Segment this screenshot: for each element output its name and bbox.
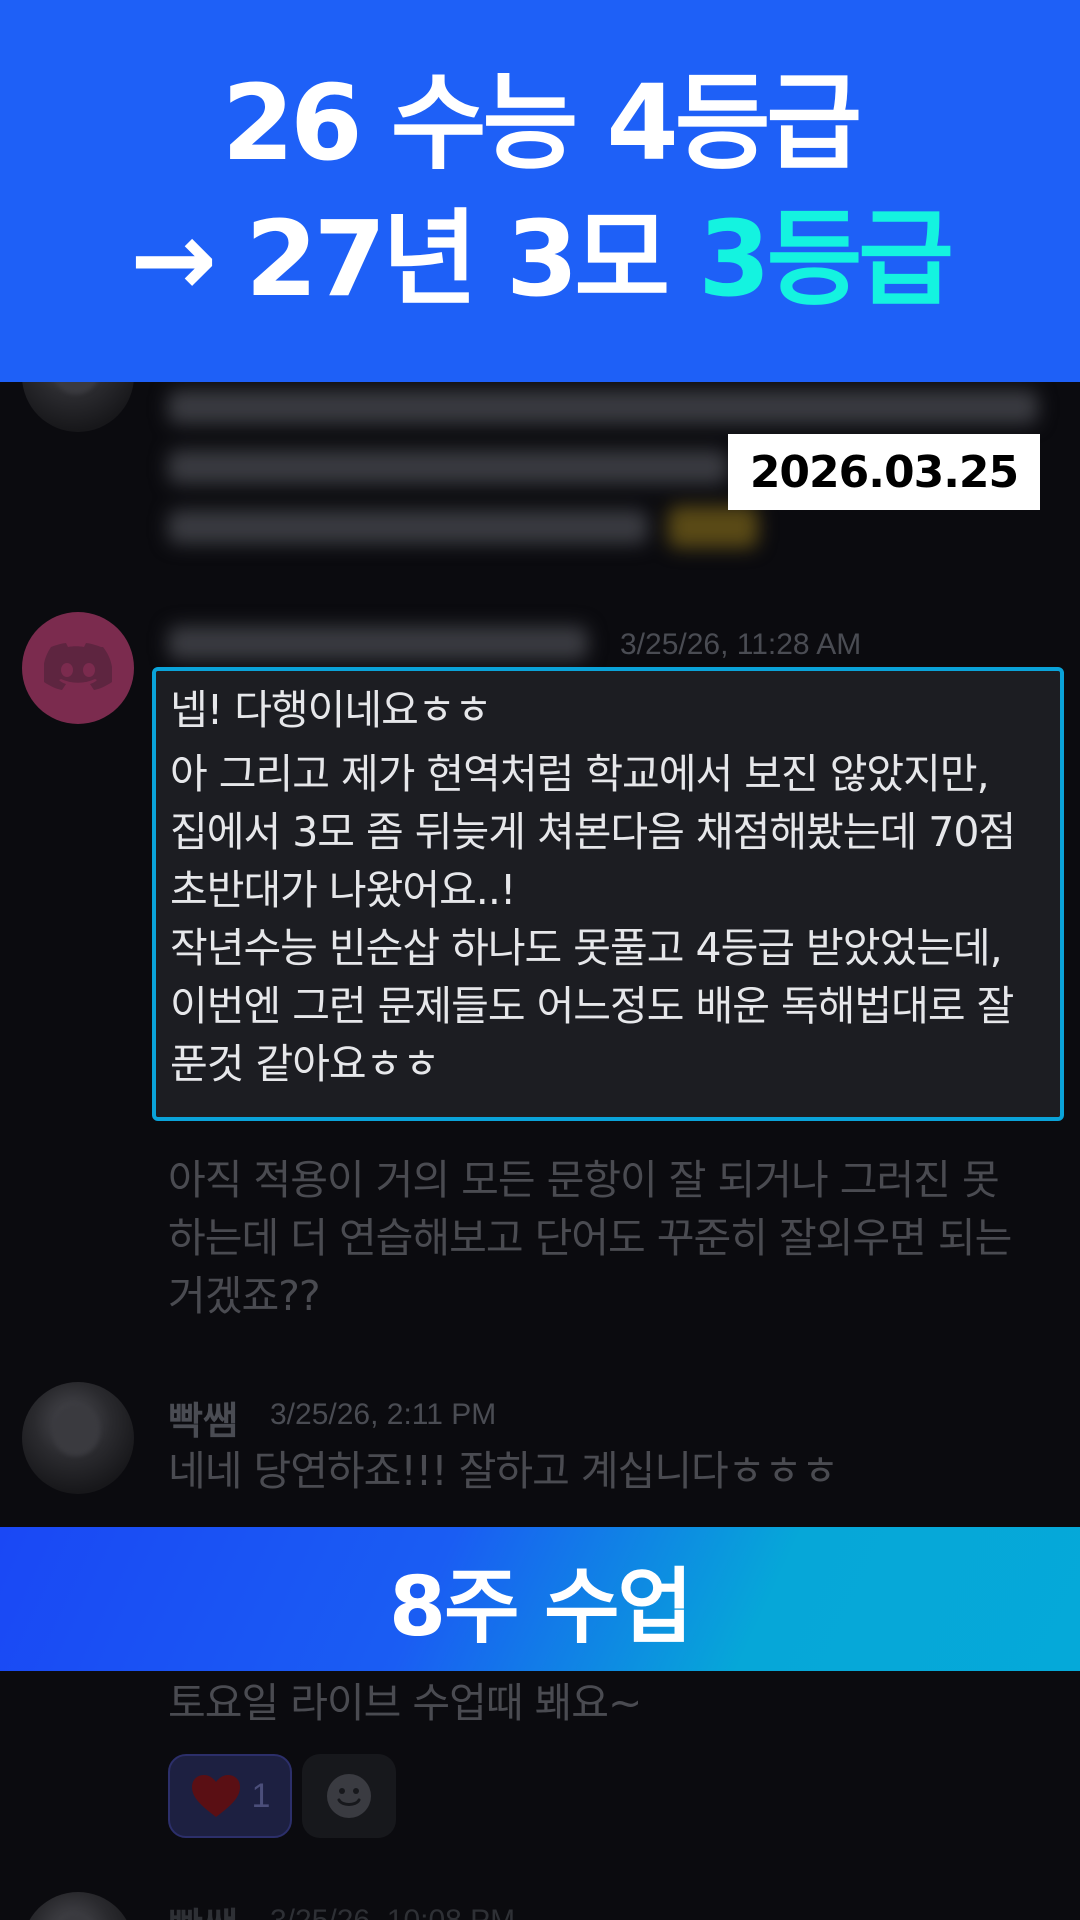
headline-line-2: → 27년 3모 3등급	[130, 191, 954, 327]
course-banner: 8주 수업	[0, 1527, 1080, 1671]
followup-line: 하는데 더 연습해보고 단어도 꾸준히 잘외우면 되는	[168, 1214, 1012, 1262]
headline-banner: 26 수능 4등급 → 27년 3모 3등급	[0, 0, 1080, 382]
add-reaction-icon	[327, 1774, 371, 1818]
message-line: 집에서 3모 좀 뒤늦게 쳐본다음 채점해봤는데 70점	[170, 808, 1016, 856]
message-text: 토요일 라이브 수업때 봬요~	[168, 1679, 642, 1727]
message-line: 초반대가 나왔어요..!	[170, 866, 516, 914]
username[interactable]: 빡쌤	[168, 1390, 238, 1445]
message-line: 아 그리고 제가 현역처럼 학교에서 보진 않았지만,	[170, 750, 990, 798]
course-banner-label: 8주 수업	[389, 1559, 693, 1655]
headline-accent: 3등급	[698, 198, 954, 320]
discord-avatar[interactable]	[22, 612, 134, 724]
message-text: 네네 당연하죠!!! 잘하고 계십니다ㅎㅎㅎ	[168, 1447, 839, 1495]
headline-line-1: 26 수능 4등급	[221, 62, 862, 184]
blurred-username	[168, 622, 598, 662]
heart-reaction[interactable]: 1	[168, 1754, 292, 1838]
discord-icon	[44, 643, 112, 690]
message-line: 작년수능 빈순삽 하나도 못풀고 4등급 받았었는데,	[170, 924, 1003, 972]
followup-line: 아직 적용이 거의 모든 문항이 잘 되거나 그러진 못	[168, 1156, 1000, 1204]
user-avatar[interactable]	[22, 1892, 134, 1920]
heart-icon	[191, 1775, 240, 1817]
message-timestamp: 3/25/26, 11:28 AM	[620, 628, 862, 661]
highlighted-message: 넵! 다행이네요ㅎㅎ 아 그리고 제가 현역처럼 학교에서 보진 않았지만, 집…	[152, 667, 1064, 1121]
user-avatar[interactable]	[22, 1382, 134, 1494]
reaction-count: 1	[251, 1776, 271, 1815]
message-line: 넵! 다행이네요ㅎㅎ	[170, 686, 492, 734]
date-tag: 2026.03.25	[728, 434, 1040, 510]
add-reaction-button[interactable]	[302, 1754, 396, 1838]
message-timestamp: 3/25/26, 2:11 PM	[270, 1398, 497, 1431]
message-timestamp: 3/25/26, 10:08 PM	[270, 1904, 515, 1920]
message-line: 푼것 같아요ㅎㅎ	[170, 1040, 440, 1088]
message-line: 이번엔 그런 문제들도 어느정도 배운 독해법대로 잘	[170, 982, 1014, 1030]
headline-prefix: → 27년 3모	[130, 198, 699, 320]
username[interactable]: 빡쌤	[168, 1896, 238, 1920]
followup-line: 거겠죠??	[168, 1272, 321, 1320]
